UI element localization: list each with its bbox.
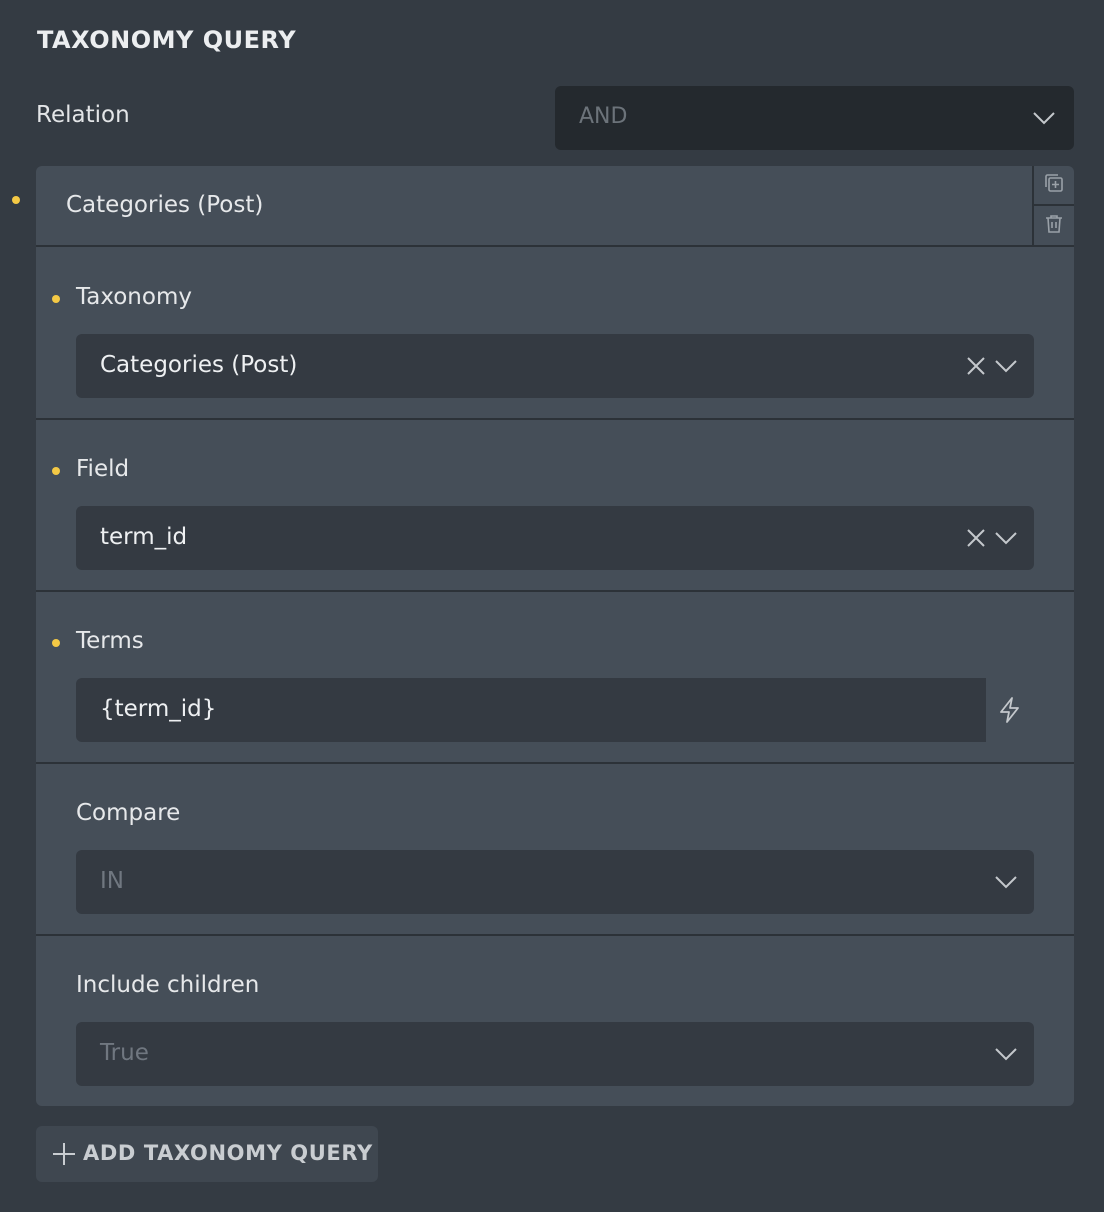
- compare-value: IN: [100, 868, 124, 894]
- compare-row: Compare IN: [36, 764, 1074, 936]
- compare-label: Compare: [76, 800, 181, 826]
- taxonomy-row: Taxonomy Categories (Post): [36, 248, 1074, 420]
- changed-indicator-dot: [52, 639, 60, 647]
- chevron-down-icon: [995, 359, 1017, 373]
- duplicate-button[interactable]: [1034, 166, 1074, 206]
- copy-plus-icon: [1043, 172, 1065, 198]
- plus-icon: [52, 1142, 76, 1166]
- query-item-header[interactable]: Categories (Post): [36, 166, 1074, 247]
- taxonomy-select[interactable]: Categories (Post): [76, 334, 1034, 398]
- include-children-label: Include children: [76, 972, 260, 998]
- taxonomy-label: Taxonomy: [76, 284, 192, 310]
- include-children-row: Include children True: [36, 936, 1074, 1106]
- changed-indicator-dot: [12, 196, 20, 204]
- clear-icon[interactable]: [966, 528, 986, 548]
- field-row: Field term_id: [36, 420, 1074, 592]
- add-taxonomy-query-button[interactable]: ADD TAXONOMY QUERY: [36, 1126, 378, 1182]
- relation-label: Relation: [36, 102, 130, 128]
- field-label: Field: [76, 456, 130, 482]
- chevron-down-icon: [995, 875, 1017, 889]
- taxonomy-query-item: Categories (Post) Taxonomy Categories (P…: [36, 166, 1074, 1106]
- terms-input[interactable]: {term_id}: [76, 678, 986, 742]
- field-select[interactable]: term_id: [76, 506, 1034, 570]
- taxonomy-query-panel: TAXONOMY QUERY Relation AND Categories (…: [0, 0, 1104, 1212]
- include-children-value: True: [100, 1040, 149, 1066]
- trash-icon: [1043, 213, 1065, 239]
- include-children-select[interactable]: True: [76, 1022, 1034, 1086]
- lightning-bolt-icon: [996, 697, 1024, 728]
- relation-select[interactable]: AND: [555, 86, 1074, 150]
- changed-indicator-dot: [52, 467, 60, 475]
- chevron-down-icon: [995, 531, 1017, 545]
- query-item-title: Categories (Post): [66, 192, 264, 218]
- chevron-down-icon: [995, 1047, 1017, 1061]
- changed-indicator-dot: [52, 295, 60, 303]
- clear-icon[interactable]: [966, 356, 986, 376]
- dynamic-data-button[interactable]: [996, 696, 1024, 724]
- add-taxonomy-query-label: ADD TAXONOMY QUERY: [83, 1141, 373, 1165]
- relation-value: AND: [579, 104, 628, 129]
- chevron-down-icon: [1033, 111, 1055, 125]
- field-value: term_id: [100, 524, 188, 550]
- delete-button[interactable]: [1034, 206, 1074, 246]
- terms-label: Terms: [76, 628, 144, 654]
- terms-value: {term_id}: [100, 696, 217, 722]
- compare-select[interactable]: IN: [76, 850, 1034, 914]
- terms-row: Terms {term_id}: [36, 592, 1074, 764]
- taxonomy-value: Categories (Post): [100, 352, 298, 378]
- query-item-actions: [1032, 166, 1074, 246]
- section-title: TAXONOMY QUERY: [37, 26, 297, 54]
